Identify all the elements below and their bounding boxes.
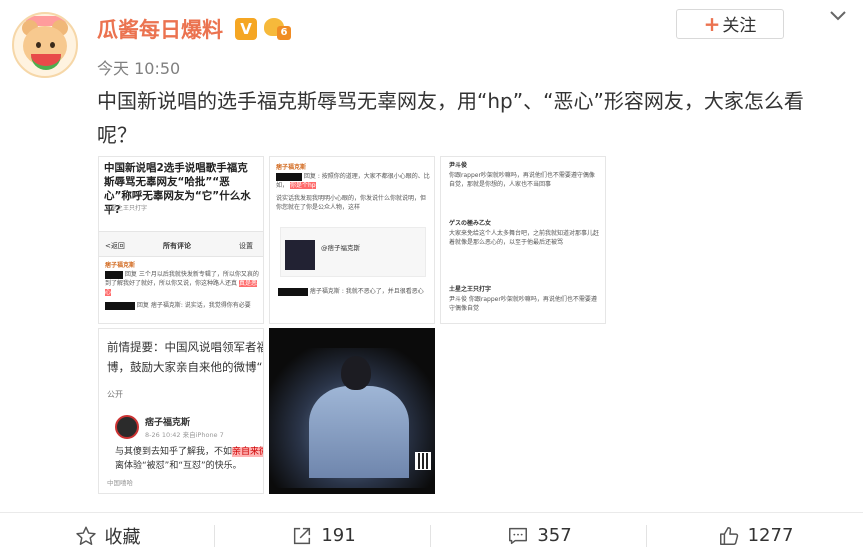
image-comments-title: 所有评论 xyxy=(163,242,191,250)
post-image-5[interactable] xyxy=(269,328,435,494)
avatar xyxy=(115,415,139,439)
like-button[interactable]: 1277 xyxy=(648,513,863,558)
verified-badge-icon[interactable]: V xyxy=(235,18,257,40)
follow-button[interactable]: + 关注 xyxy=(676,9,784,39)
repost-button[interactable]: 191 xyxy=(216,513,431,558)
image-comment: 痞子福克斯 回复 三个月以后我就快发新专辑了，所以你又哀的到了解我好了就好，所以… xyxy=(105,261,259,310)
post-text: 中国新说唱的选手福克斯辱骂无辜网友，用“hp”、“恶心”形容网友，大家怎么看 呢… xyxy=(97,84,837,152)
rank-level: 6 xyxy=(277,26,291,40)
favorite-button[interactable]: 收藏 xyxy=(0,513,215,558)
image-footer: 中国嘻哈 xyxy=(107,479,133,487)
star-icon xyxy=(75,526,96,545)
follow-label: 关注 xyxy=(722,16,757,36)
image-body: 与其傻到去知乎了解我，不如亲自来微 离体验“被怼”和“互怼”的快乐。 xyxy=(115,445,263,473)
image-settings-label: 设置 xyxy=(239,242,253,250)
comment-author: 痞子福克斯 xyxy=(276,164,307,171)
post-image-4[interactable]: 前情提要：中国风说唱领军者福克斯 博，鼓励大家亲自来他的微博“怼他 公开 痞子福… xyxy=(98,328,264,494)
share-arrow-icon xyxy=(294,527,311,544)
user-rank-badge[interactable]: 6 xyxy=(264,16,292,42)
image-author: 痞子福克斯 xyxy=(145,418,191,428)
qr-code-icon xyxy=(415,452,431,470)
username-link[interactable]: 瓜酱每日爆料 xyxy=(97,14,223,44)
post-image-3[interactable]: 尹斗俊 你跟rapper吵架就吵嘛吗，再说他们也不需要遵守偶像自觉，那就是你想的… xyxy=(440,156,606,324)
post-text-line: 呢？ xyxy=(97,123,137,147)
comment-reply: 回复 痞子福克斯: 说实话，我觉得你有必要 xyxy=(136,302,251,309)
post-text-line: 中国新说唱的选手福克斯辱骂无辜网友，用“hp”、“恶心”形容网友，大家怎么看 xyxy=(97,89,804,113)
image-comment-bar: <返回 所有评论 设置 xyxy=(99,231,263,257)
comment-text: 回复 三个月以后我就快发新专辑了，所以你又哀的到了解我好了就好，所以你又说，你这… xyxy=(105,271,259,287)
image-comment: 痞子福克斯 回复 : 按照你的道理，大家不都很小心眼的、比如， 你是个hp 说实… xyxy=(276,164,430,211)
user-avatar[interactable] xyxy=(12,12,78,78)
weibo-post-card: 瓜酱每日爆料 V 6 今天 10:50 + 关注 中国新说唱的选手福克斯辱骂无辜网… xyxy=(0,0,863,558)
image-back-label: <返回 xyxy=(105,242,125,250)
favorite-label: 收藏 xyxy=(104,526,141,548)
like-count: 1277 xyxy=(747,525,794,546)
image-caption: 前情提要：中国风说唱领军者福克斯 博，鼓励大家亲自来他的微博“怼他 xyxy=(107,340,263,374)
post-image-2[interactable]: 痞子福克斯 回复 : 按照你的道理，大家不都很小心眼的、比如， 你是个hp 说实… xyxy=(269,156,435,324)
chevron-down-icon[interactable] xyxy=(828,6,848,26)
visibility-label: 公开 xyxy=(107,390,123,399)
plus-icon: + xyxy=(703,12,721,36)
quoted-post-box: @痞子福克斯 xyxy=(280,227,426,277)
thumbs-up-icon xyxy=(719,526,738,545)
repost-count: 191 xyxy=(321,525,356,546)
comment-author: 痞子福克斯 xyxy=(105,262,136,269)
comment-icon xyxy=(509,527,528,544)
comment-count: 357 xyxy=(537,525,572,546)
image-author: 土星之王只打字 xyxy=(105,205,148,212)
post-timestamp[interactable]: 今天 10:50 xyxy=(97,55,180,79)
post-image-1[interactable]: 中国新说唱2选手说唱歌手福克斯辱骂无辜网友“哈批”“恶心”称呼无辜网友为“它”什… xyxy=(98,156,264,324)
image-date: 8-26 10:42 来自iPhone 7 xyxy=(145,431,224,439)
comment-button[interactable]: 357 xyxy=(432,513,647,558)
